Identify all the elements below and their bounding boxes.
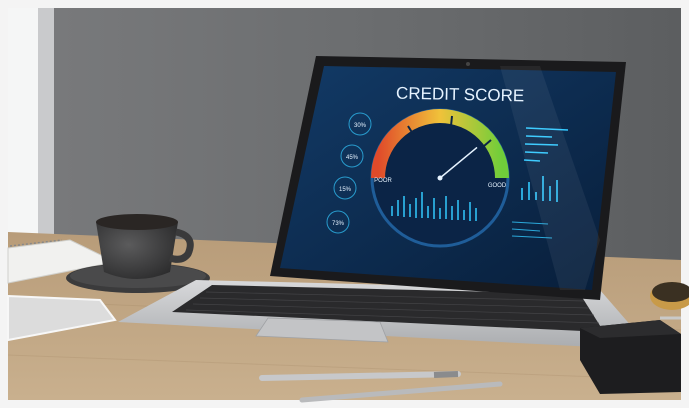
screen-title: CREDIT SCORE <box>396 84 525 106</box>
side-percentage-label: 30% <box>354 123 367 129</box>
credit-gauge: POOR GOOD <box>370 108 510 248</box>
side-percentage-label: 45% <box>346 155 359 161</box>
webcam <box>466 62 470 66</box>
side-percentage-label: 15% <box>339 187 352 193</box>
side-percentage-label: 73% <box>332 221 345 227</box>
desk-scene: CREDIT SCORE 30% 45% 15% 73% POOR GOOD <box>0 0 689 408</box>
gauge-low-label: POOR <box>374 178 392 184</box>
window-light <box>8 8 38 238</box>
gauge-high-label: GOOD <box>488 183 507 189</box>
coffee-cup <box>96 222 178 279</box>
